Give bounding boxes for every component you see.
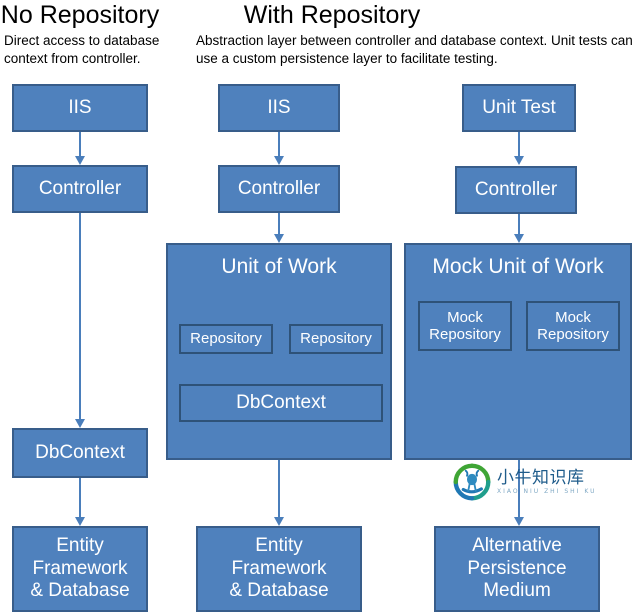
node-controller-right: Controller [455, 166, 577, 214]
watermark-title: 小牛知识库 [497, 467, 585, 488]
arrow-controller-to-dbcontext-left [70, 213, 90, 428]
subnode-line: Mock [555, 308, 591, 326]
subnode-repository-right: Repository [289, 324, 383, 354]
node-unit-test: Unit Test [462, 84, 576, 132]
subnode-line: Repository [429, 326, 501, 343]
subnode-line: Mock [447, 308, 483, 326]
node-line: & Database [30, 580, 130, 602]
subnode-repository-left: Repository [179, 324, 273, 354]
arrow-unit-test-to-controller [509, 132, 529, 165]
node-entity-framework-left: Entity Framework & Database [12, 526, 148, 612]
group-title-mock-unit-of-work: Mock Unit of Work [432, 255, 604, 278]
column-title-with-repository: With Repository [243, 1, 421, 29]
arrow-dbcontext-to-ef-left [70, 478, 90, 526]
node-controller-left: Controller [12, 165, 148, 213]
node-line: Medium [483, 580, 551, 602]
node-alternative-persistence-medium: Alternative Persistence Medium [434, 526, 600, 612]
node-iis-left: IIS [12, 84, 148, 132]
node-line: Entity [255, 534, 303, 556]
node-controller-middle: Controller [218, 165, 340, 213]
node-entity-framework-middle: Entity Framework & Database [196, 526, 362, 612]
arrow-unit-of-work-to-ef [269, 460, 289, 526]
node-line: & Database [229, 580, 329, 602]
diagram-canvas: No Repository Direct access to database … [0, 0, 635, 615]
node-line: Entity [56, 534, 104, 556]
watermark-text-block: 小牛知识库 XIAO NIU ZHI SHI KU [497, 467, 597, 495]
ox-circle-logo-icon [453, 463, 491, 501]
subnode-mock-repository-left: Mock Repository [418, 301, 512, 351]
node-dbcontext-left: DbContext [12, 428, 148, 478]
group-unit-of-work: Unit of Work Repository Repository DbCon… [166, 243, 392, 460]
node-line: Framework [231, 557, 327, 579]
subnode-line: Repository [537, 326, 609, 343]
arrow-controller-to-unit-of-work [269, 213, 289, 243]
column-description-no-repository: Direct access to database context from c… [4, 33, 160, 66]
node-iis-middle: IIS [218, 84, 340, 132]
subnode-dbcontext: DbContext [179, 384, 383, 422]
arrow-controller-to-mock-unit-of-work [509, 214, 529, 243]
watermark-pinyin: XIAO NIU ZHI SHI KU [497, 487, 597, 495]
node-line: Alternative [472, 534, 562, 556]
arrow-iis-to-controller-middle [269, 132, 289, 165]
node-line: Persistence [467, 557, 567, 579]
column-title-no-repository: No Repository [0, 1, 160, 29]
node-line: Framework [32, 557, 128, 579]
watermark-logo: 小牛知识库 XIAO NIU ZHI SHI KU [452, 462, 597, 502]
arrow-iis-to-controller-left [70, 132, 90, 165]
subnode-mock-repository-right: Mock Repository [526, 301, 620, 351]
group-mock-unit-of-work: Mock Unit of Work Mock Repository Mock R… [404, 243, 632, 460]
column-description-with-repository: Abstraction layer between controller and… [196, 33, 633, 66]
group-title-unit-of-work: Unit of Work [221, 255, 337, 278]
